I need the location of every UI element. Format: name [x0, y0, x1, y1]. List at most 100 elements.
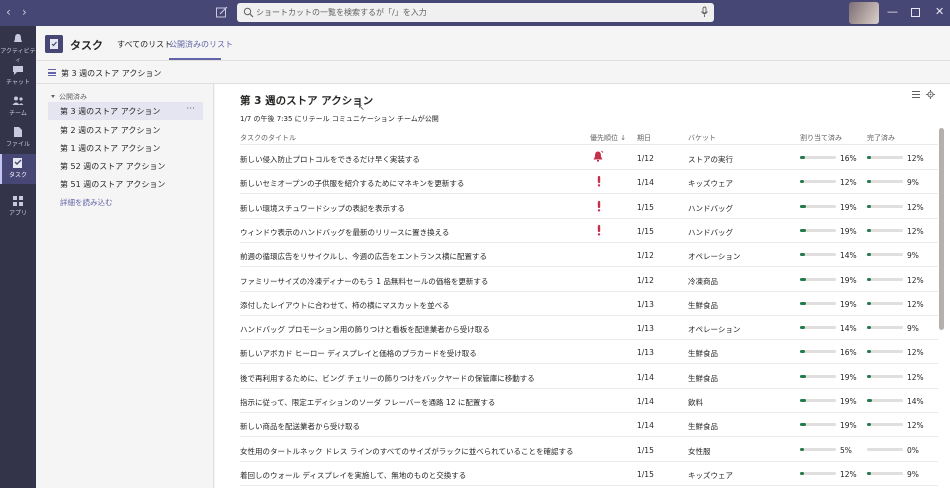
- table-row[interactable]: 女性用のタートルネック ドレス ラインのすべてのサイズがラックに並べられているこ…: [240, 438, 938, 462]
- table-row[interactable]: 添付したレイアウトに合わせて、柿の横にマスカットを並べる 1/13 生鮮食品 19% 1…: [240, 292, 938, 316]
- assigned-percent: 16%: [840, 154, 857, 163]
- collapse-caret-icon[interactable]: [51, 95, 55, 98]
- task-due-date: 1/15: [637, 226, 654, 236]
- task-due-date: 1/12: [637, 275, 654, 285]
- table-row[interactable]: ファミリーサイズの冷凍ディナーのもう 1 品無料セールの価格を更新する 1/12 冷…: [240, 268, 938, 292]
- col-header-priority[interactable]: 優先順位 ↓: [590, 133, 626, 143]
- assigned-progress-bar: [800, 423, 836, 427]
- tasks-icon: [13, 158, 22, 168]
- settings-gear-icon[interactable]: [926, 90, 935, 99]
- load-more-link[interactable]: 詳細を読み込む: [60, 197, 113, 208]
- task-due-date: 1/15: [637, 202, 654, 212]
- assigned-progress-bar: [800, 326, 836, 330]
- task-title: ファミリーサイズの冷凍ディナーのもう 1 品無料セールの価格を更新する: [240, 276, 489, 286]
- task-title: 前週の循環広告をリサイクルし、今週の広告をエントランス横に配置する: [240, 252, 487, 262]
- rail-item-tasks[interactable]: タスク: [0, 154, 36, 184]
- assigned-progress-bar: [800, 471, 836, 475]
- hamburger-menu-icon[interactable]: [48, 69, 56, 76]
- list-item-week-1[interactable]: 第 1 週のストア アクション: [48, 139, 203, 157]
- tab-published-lists[interactable]: 公開済みのリスト: [169, 39, 233, 50]
- table-row[interactable]: 後で再利用するために、ビング チェリーの飾りつけをバックヤードの保管庫に移動する…: [240, 365, 938, 389]
- task-title: 指示に従って、限定エディションのソーダ フレーバーを通路 12 に配置する: [240, 398, 496, 407]
- rail-label: チーム: [9, 110, 27, 117]
- completed-progress-bar-fill: [867, 423, 871, 427]
- rail-item-files[interactable]: ファイル: [0, 123, 36, 153]
- task-due-date: 1/14: [637, 421, 654, 431]
- list-item-label: 第 1 週のストア アクション: [60, 144, 161, 153]
- rail-item-activity[interactable]: アクティビティ: [0, 30, 36, 64]
- col-header-bucket[interactable]: バケット: [688, 133, 716, 143]
- assigned-percent: 19%: [840, 202, 857, 212]
- table-row[interactable]: 着回しのウォール ディスプレイを実施して、無地のものと交換する 1/15 キッズウェ…: [240, 462, 938, 486]
- list-item-week-51[interactable]: 第 51 週のストア アクション: [48, 175, 203, 193]
- completed-progress-bar: [867, 350, 903, 354]
- forward-arrow-icon[interactable]: ›: [22, 5, 27, 19]
- app-title: タスク: [70, 39, 103, 52]
- search-box[interactable]: ショートカットの一覧を検索するが「/」を入力: [237, 3, 714, 22]
- assigned-progress-bar: [800, 277, 836, 281]
- list-item-week-52[interactable]: 第 52 週のストア アクション: [48, 157, 203, 175]
- table-row[interactable]: 新しい環境スチュワードシップの表記を表示する 1/15 ハンドバッグ 19% 12%: [240, 195, 938, 219]
- important-priority-icon: [597, 176, 601, 187]
- table-row[interactable]: ウィンドウ表示のハンドバッグを最新のリリースに置き換える 1/15 ハンドバッグ 19…: [240, 219, 938, 243]
- important-priority-icon: [597, 224, 601, 236]
- completed-progress-bar-fill: [867, 228, 871, 232]
- table-row[interactable]: 新しい侵入防止プロトコルをできるだけ早く実装する 1/12 ストアの実行 16% 12%: [240, 146, 938, 170]
- rail-item-apps[interactable]: アプリ: [0, 192, 36, 222]
- col-header-due[interactable]: 期日: [637, 133, 651, 143]
- list-item-week-2[interactable]: 第 2 週のストア アクション: [48, 121, 203, 139]
- compose-icon[interactable]: [215, 5, 229, 19]
- assigned-progress-bar-fill: [800, 180, 804, 184]
- assigned-progress-bar-fill: [800, 374, 807, 378]
- list-item-week-3[interactable]: 第 3 週のストア アクション ···: [48, 102, 203, 120]
- completed-progress-bar: [867, 301, 903, 305]
- assigned-percent: 5%: [840, 445, 852, 455]
- task-title: 新しいセミオープンの子供服を紹介するためにマネキンを更新する: [240, 179, 465, 189]
- microphone-icon[interactable]: [700, 6, 709, 18]
- completed-progress-bar-fill: [867, 180, 871, 184]
- completed-percent: 12%: [907, 372, 924, 382]
- completed-percent: 12%: [907, 348, 924, 358]
- maximize-icon[interactable]: [911, 8, 920, 17]
- table-header: タスクのタイトル 優先順位 ↓ 期日 バケット 割り当て済み 完了済み: [240, 131, 938, 145]
- tasks-app-icon: [45, 35, 63, 53]
- completed-percent: 12%: [907, 154, 924, 163]
- col-header-assigned[interactable]: 割り当て済み: [800, 133, 842, 143]
- back-arrow-icon[interactable]: ‹: [6, 5, 11, 19]
- completed-percent: 12%: [907, 299, 924, 309]
- rail-item-teams[interactable]: チーム: [0, 92, 36, 122]
- user-avatar[interactable]: [849, 2, 879, 24]
- table-row[interactable]: 新しいアボカド ヒーロー ディスプレイと価格のプラカードを受け取る 1/13 生鮮食…: [240, 340, 938, 365]
- completed-progress-bar: [867, 156, 903, 159]
- search-icon: [243, 7, 254, 18]
- rail-item-chat[interactable]: チャット: [0, 61, 36, 91]
- section-published[interactable]: 公開済み: [59, 92, 87, 102]
- table-row[interactable]: 新しい商品を配送業者から受け取る 1/14 生鮮食品 19% 12%: [240, 413, 938, 438]
- urgent-priority-icon: [593, 150, 604, 162]
- vertical-scrollbar[interactable]: [939, 128, 944, 330]
- assigned-percent: 14%: [840, 324, 857, 334]
- more-options-icon[interactable]: ···: [186, 104, 195, 114]
- task-bucket: ストアの実行: [688, 155, 733, 164]
- list-view-icon[interactable]: [912, 91, 920, 98]
- assigned-progress-bar: [800, 374, 836, 378]
- completed-progress-bar: [867, 326, 903, 330]
- col-header-title[interactable]: タスクのタイトル: [240, 133, 296, 143]
- search-placeholder[interactable]: ショートカットの一覧を検索するが「/」を入力: [256, 7, 427, 18]
- bell-icon: [14, 34, 22, 43]
- task-due-date: 1/14: [637, 372, 654, 382]
- col-header-done[interactable]: 完了済み: [867, 133, 895, 143]
- table-row[interactable]: 前週の循環広告をリサイクルし、今週の広告をエントランス横に配置する 1/12 オペレ…: [240, 243, 938, 268]
- table-row[interactable]: 指示に従って、限定エディションのソーダ フレーバーを通路 12 に配置する 1/1…: [240, 389, 938, 413]
- tab-all-lists[interactable]: すべてのリスト: [117, 39, 172, 50]
- table-row[interactable]: 新しいセミオープンの子供服を紹介するためにマネキンを更新する 1/14 キッズウェア…: [240, 170, 938, 195]
- assigned-progress-bar-fill: [800, 350, 806, 354]
- task-due-date: 1/14: [637, 397, 654, 406]
- task-title: ウィンドウ表示のハンドバッグを最新のリリースに置き換える: [240, 227, 450, 237]
- completed-progress-bar-fill: [867, 326, 871, 330]
- close-icon[interactable]: ✕: [935, 5, 944, 18]
- task-bucket: キッズウェア: [688, 470, 733, 480]
- completed-percent: 0%: [907, 445, 919, 455]
- table-row[interactable]: ハンドバッグ プロモーション用の飾りつけと看板を配達業者から受け取る 1/13 オペ…: [240, 316, 938, 341]
- minimize-icon[interactable]: —: [887, 5, 898, 18]
